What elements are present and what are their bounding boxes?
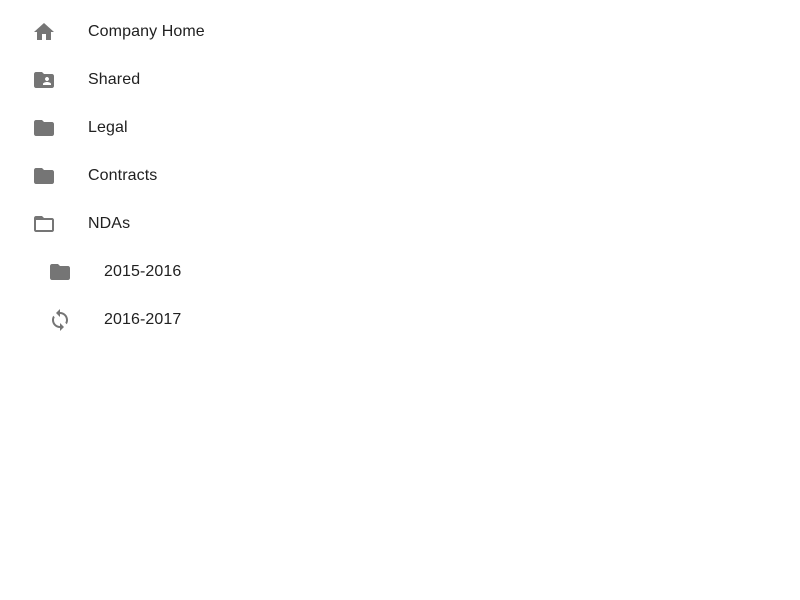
tree-item-shared[interactable]: Shared — [0, 56, 800, 104]
folder-open-outline-icon — [32, 212, 56, 236]
tree-item-legal[interactable]: Legal — [0, 104, 800, 152]
tree-item-contracts[interactable]: Contracts — [0, 152, 800, 200]
tree-item-2015-2016[interactable]: 2015-2016 — [0, 248, 800, 296]
shared-folder-icon — [32, 68, 56, 92]
tree-item-label: Legal — [88, 119, 128, 136]
tree-item-label: Company Home — [88, 23, 205, 40]
home-icon — [32, 20, 56, 44]
folder-icon — [48, 260, 72, 284]
folder-tree: Company Home Shared Legal Contracts NDAs… — [0, 8, 800, 344]
tree-item-label: Shared — [88, 71, 141, 88]
tree-item-ndas[interactable]: NDAs — [0, 200, 800, 248]
tree-item-label: Contracts — [88, 167, 158, 184]
tree-item-label: NDAs — [88, 215, 131, 232]
tree-item-2016-2017[interactable]: 2016-2017 — [0, 296, 800, 344]
tree-item-label: 2015-2016 — [104, 263, 182, 280]
tree-item-company-home[interactable]: Company Home — [0, 8, 800, 56]
folder-icon — [32, 164, 56, 188]
folder-icon — [32, 116, 56, 140]
sync-icon — [48, 308, 72, 332]
tree-item-label: 2016-2017 — [104, 311, 182, 328]
